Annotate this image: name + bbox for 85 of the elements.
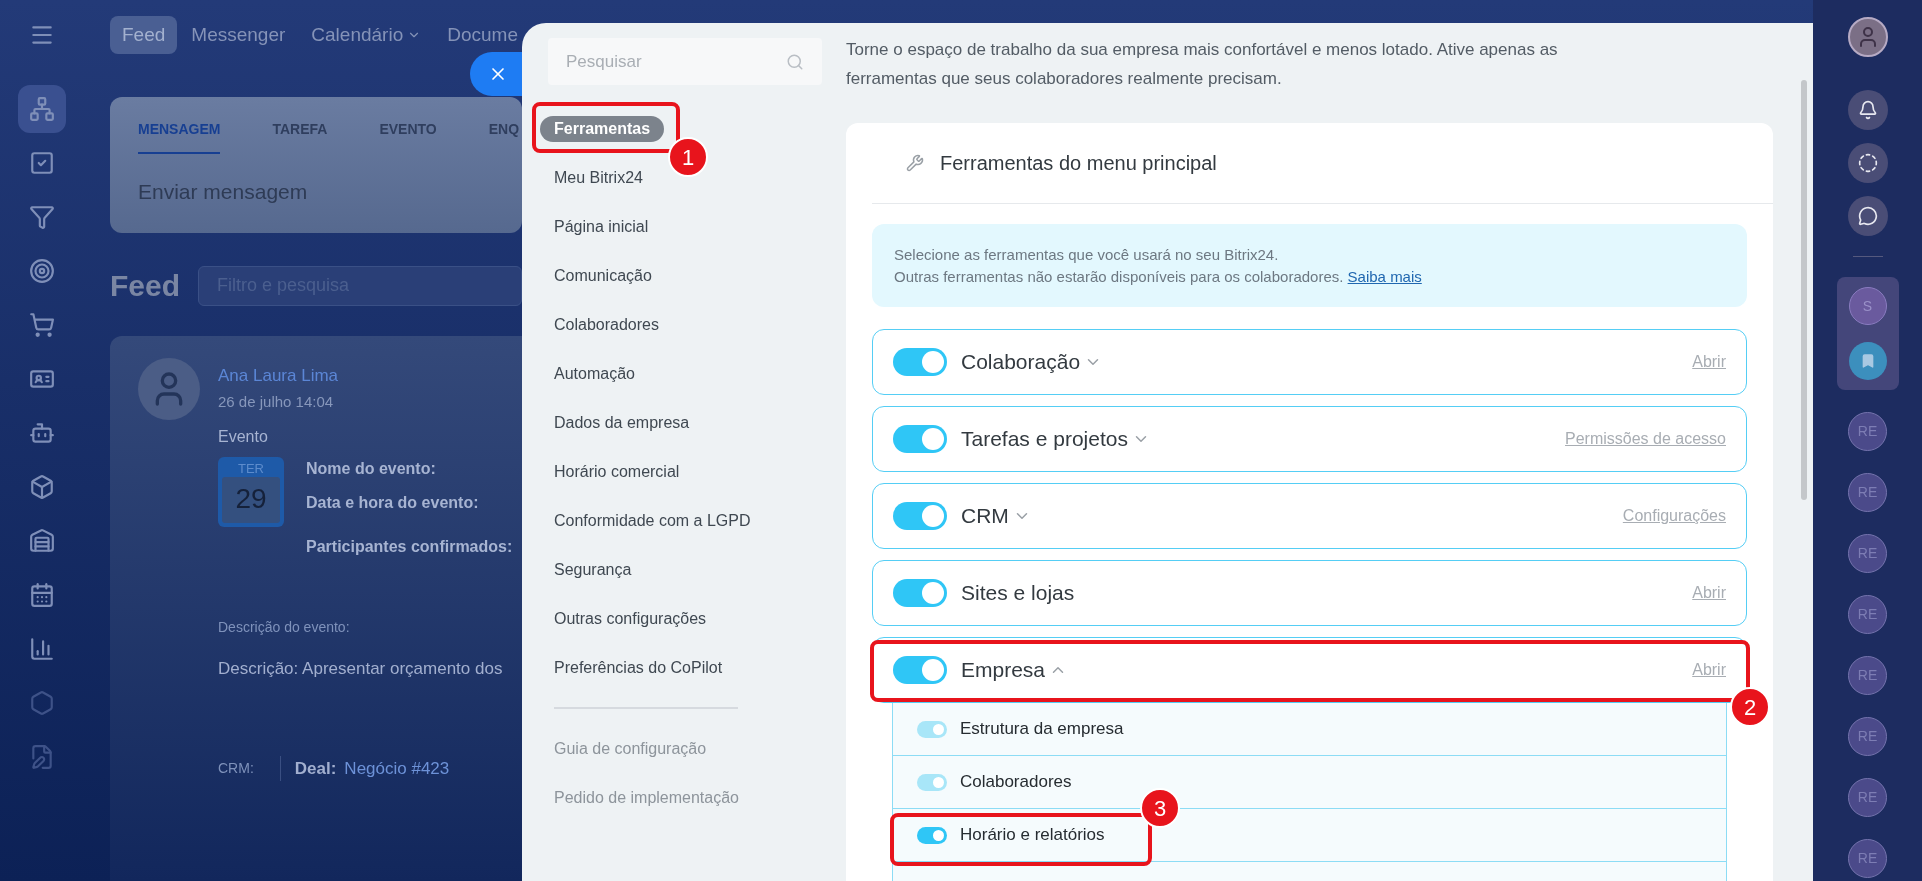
sub-tool-label: Colaboradores (960, 771, 1072, 794)
tool-action-link[interactable]: Permissões de acesso (1565, 427, 1726, 451)
composer-tab[interactable]: TAREFA (272, 113, 328, 154)
settings-menu-item[interactable]: Ferramentas (540, 115, 665, 142)
tool-action-link[interactable]: Abrir (1692, 350, 1726, 374)
card-title: Ferramentas do menu principal (940, 151, 1217, 176)
toggle-switch[interactable] (893, 579, 947, 607)
close-button[interactable] (470, 52, 522, 96)
search-field[interactable]: Pesquisar (548, 38, 822, 85)
settings-menu-item[interactable]: Comunicação (540, 262, 666, 289)
document-edit-icon[interactable] (29, 744, 55, 770)
footer-link[interactable]: Guia de configuração (540, 736, 721, 761)
tool-action-link[interactable]: Abrir (1692, 581, 1726, 605)
post-type: Evento (218, 427, 269, 447)
event-field-label: Data e hora do evento: (306, 493, 480, 513)
nav-tab[interactable]: Feed (110, 16, 178, 54)
crm-label: CRM: (218, 758, 254, 778)
settings-menu-item[interactable]: Segurança (540, 556, 646, 583)
tool-label: Empresa (961, 657, 1046, 684)
tool-label: Colaboração (961, 349, 1081, 376)
learn-more-link[interactable]: Saiba mais (1347, 267, 1422, 285)
deal-link[interactable]: Negócio #423 (344, 755, 450, 781)
spiral-icon (1857, 153, 1878, 173)
network-icon[interactable] (29, 96, 55, 122)
info-text: Selecione as ferramentas que você usará no seu Bitrix24. (894, 244, 1280, 265)
description-label: Descrição do evento: (218, 618, 351, 637)
composer-tab[interactable]: EVENTO (379, 113, 437, 154)
post-date: 26 de julho 14:04 (218, 391, 335, 412)
toggle-switch[interactable] (893, 425, 947, 453)
calendar-date: 29 (222, 477, 280, 523)
scrollbar[interactable] (1801, 80, 1807, 500)
wrench-icon (906, 154, 924, 172)
toggle-switch[interactable] (917, 826, 947, 844)
settings-menu-item[interactable]: Página inicial (540, 213, 663, 240)
event-field-label: Nome do evento: (306, 459, 437, 479)
feed-heading: Feed (110, 268, 181, 304)
tool-label: Tarefas e projetos (961, 426, 1128, 453)
cube-icon[interactable] (29, 474, 55, 500)
bar-chart-icon[interactable] (29, 636, 55, 662)
settings-menu-item[interactable]: Horário comercial (540, 458, 694, 485)
footer-link[interactable]: Pedido de implementação (540, 785, 753, 810)
rail-button[interactable] (1847, 143, 1888, 183)
info-text: Outras ferramentas não estarão disponíveis para os colaboradores. Saiba mais (894, 266, 1423, 287)
tool-action-link[interactable]: Abrir (1692, 658, 1726, 682)
rail-button[interactable] (1847, 90, 1888, 130)
hexagon-icon[interactable] (29, 690, 55, 716)
funnel-icon[interactable] (29, 204, 55, 230)
chat-icon (1857, 206, 1878, 226)
tool-action-link[interactable]: Configurações (1622, 504, 1726, 528)
warehouse-icon[interactable] (29, 528, 55, 554)
toggle-switch[interactable] (893, 656, 947, 684)
tool-label: CRM (961, 503, 1009, 530)
nav-tab[interactable]: Messenger (179, 16, 298, 54)
description-text: Descrição: Apresentar orçamento dos (218, 658, 504, 680)
sub-tool-label: Horário e relatórios (960, 824, 1105, 847)
checkbox-icon[interactable] (29, 150, 55, 176)
settings-menu-item[interactable]: Meu Bitrix24 (540, 164, 657, 191)
settings-menu-item[interactable]: Outras configurações (540, 605, 721, 632)
sub-tool-label: Estrutura da empresa (960, 718, 1124, 741)
author-link[interactable]: Ana Laura Lima (218, 363, 513, 389)
rail-button[interactable] (1847, 196, 1888, 236)
settings-menu-item[interactable]: Colaboradores (540, 311, 673, 338)
composer-tab[interactable]: ENQ (488, 113, 520, 154)
bell-icon (1857, 100, 1878, 120)
settings-menu-item[interactable]: Dados da empresa (540, 409, 704, 436)
nav-tab[interactable]: Calendário (299, 16, 434, 54)
intro-text: Torne o espaço de trabalho da sua empresa mais confortável e menos lotado. Ative apenas as ferramentas que seus colaboradores realmente precisam. (846, 39, 1559, 90)
settings-menu-item[interactable]: Conformidade com a LGPD (540, 507, 765, 534)
cart-icon[interactable] (29, 312, 55, 338)
toggle-switch[interactable] (893, 348, 947, 376)
search-icon (786, 52, 804, 71)
settings-menu-item[interactable]: Automação (540, 360, 649, 387)
bookmark-button[interactable] (1848, 342, 1887, 380)
composer-tab[interactable]: MENSAGEM (138, 113, 221, 154)
target-icon[interactable] (29, 258, 55, 284)
calendar-icon[interactable] (29, 582, 55, 608)
robot-icon[interactable] (29, 420, 55, 446)
toggle-switch[interactable] (893, 502, 947, 530)
calendar-day: TER (238, 461, 264, 477)
message-field[interactable]: Enviar mensagem (138, 176, 522, 208)
user-avatar[interactable] (1847, 17, 1888, 57)
event-field-label: Participantes confirmados: (306, 537, 513, 557)
tool-label: Sites e lojas (961, 580, 1075, 607)
deal-label: Deal: (279, 755, 337, 781)
settings-menu-item[interactable]: Preferências do CoPilot (540, 654, 737, 681)
